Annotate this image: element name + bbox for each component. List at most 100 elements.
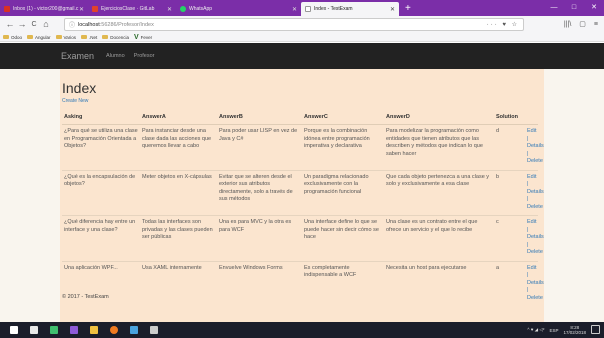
tab-index-testexam[interactable]: Index - TestExam ✕: [301, 2, 399, 16]
edit-link[interactable]: Edit |: [527, 219, 536, 234]
cell-solution: c: [494, 215, 525, 261]
minimize-button[interactable]: —: [544, 0, 564, 16]
clock[interactable]: 8:28 17/02/2018: [563, 325, 586, 335]
cell-answer-b: Para poder usar LISP en vez de Java y C#: [217, 124, 302, 170]
col-header-actions: [525, 110, 538, 125]
language-indicator[interactable]: ESP: [549, 328, 558, 333]
close-icon[interactable]: ✕: [390, 6, 395, 13]
cell-answer-a: Meter objetos en X-cápsulas: [140, 169, 217, 216]
row-actions: Edit | Details | Delete: [525, 260, 544, 306]
cell-answer-c: Un paradigma relacionado exclusivamente …: [302, 169, 384, 216]
tab-label: EjerciciosClase · GitLab: [101, 6, 155, 12]
cell-answer-d: Para modelizar la programación como enti…: [384, 124, 494, 170]
home-button[interactable]: ⌂: [40, 16, 52, 33]
library-icon[interactable]: |||\: [564, 16, 571, 33]
close-window-button[interactable]: ✕: [584, 0, 604, 16]
folder-icon: [80, 35, 87, 39]
fever-logo-icon: V: [133, 33, 139, 41]
bookmarks-bar: Odoo Angular Varios .Net Docencia V Fever: [0, 33, 604, 42]
windows-start-icon[interactable]: [10, 326, 18, 334]
bookmark-label: Fever: [140, 34, 153, 40]
new-tab-button[interactable]: +: [399, 2, 417, 16]
back-button[interactable]: ←: [4, 16, 16, 33]
notification-icon[interactable]: [591, 325, 600, 334]
table-row: ¿Qué diferencia hay entre un interface y…: [62, 215, 544, 261]
info-icon[interactable]: ⓘ: [69, 20, 75, 29]
bookmark-fever[interactable]: V Fever: [134, 34, 152, 41]
details-link[interactable]: Details |: [527, 280, 544, 295]
maximize-button[interactable]: □: [564, 0, 584, 16]
bookmark-varios[interactable]: Varios: [55, 35, 76, 40]
page-icon: [305, 6, 311, 12]
details-link[interactable]: Details |: [527, 234, 544, 249]
cell-answer-d: Necesita un host para ejecutarse: [384, 260, 494, 306]
cell-answer-c: Porque es la combinación idónea entre pr…: [302, 124, 384, 170]
tab-label: Inbox (1) - victor200@gmail.c: [13, 6, 79, 12]
file-explorer-icon[interactable]: [90, 326, 98, 334]
delete-link[interactable]: Delete: [527, 158, 543, 166]
sidebar-icon[interactable]: ▢: [579, 16, 586, 33]
menu-icon[interactable]: ≡: [594, 16, 598, 33]
nav-link-profesor[interactable]: Profesor: [134, 53, 155, 59]
col-header-answer-b: AnswerB: [217, 110, 302, 125]
edit-link[interactable]: Edit |: [527, 128, 536, 143]
bookmark-docencia[interactable]: Docencia: [102, 35, 129, 40]
bookmark-net[interactable]: .Net: [80, 34, 98, 40]
edit-link[interactable]: Edit |: [527, 174, 536, 189]
close-icon[interactable]: ✕: [292, 6, 297, 13]
edit-link[interactable]: Edit |: [527, 265, 536, 280]
cell-answer-b: Una es para MVC y la otra es para WCF: [217, 215, 302, 261]
task-view-icon[interactable]: [30, 326, 38, 334]
delete-link[interactable]: Delete: [527, 204, 543, 212]
windows-taskbar: ^ ♥ ◢ ◁ᶻ ESP 8:28 17/02/2018: [0, 322, 604, 338]
close-icon[interactable]: ✕: [167, 6, 172, 13]
delete-link[interactable]: Delete: [527, 295, 543, 303]
create-new-link[interactable]: Create New: [62, 98, 540, 104]
cell-solution: a: [494, 260, 525, 306]
bookmark-angular[interactable]: Angular: [27, 35, 51, 40]
tab-gmail[interactable]: Inbox (1) - victor200@gmail.c ✕: [0, 2, 88, 16]
forward-button[interactable]: →: [16, 16, 28, 33]
app-grey-icon[interactable]: [150, 326, 158, 334]
nav-link-alumno[interactable]: Alumno: [106, 53, 125, 59]
delete-link[interactable]: Delete: [527, 249, 543, 257]
cell-answer-a: Para instanciar desde una clase dada las…: [140, 124, 217, 170]
tab-gitlab[interactable]: EjerciciosClase · GitLab ✕: [88, 2, 176, 16]
page-title: Index: [62, 80, 97, 96]
url-bar[interactable]: ⓘ localhost :56286/Profesor/Index ··· ♥ …: [64, 18, 524, 31]
firefox-icon[interactable]: [110, 326, 118, 334]
details-link[interactable]: Details |: [527, 189, 544, 204]
reload-button[interactable]: C: [28, 16, 40, 33]
close-icon[interactable]: ✕: [79, 6, 84, 13]
app-green-icon[interactable]: [50, 326, 58, 334]
browser-tab-strip: Inbox (1) - victor200@gmail.c ✕ Ejercici…: [0, 0, 604, 16]
bookmark-odoo[interactable]: Odoo: [3, 35, 22, 40]
visual-studio-icon[interactable]: [70, 326, 78, 334]
clock-date: 17/02/2018: [563, 330, 586, 335]
col-header-answer-d: AnswerD: [384, 110, 494, 125]
page-actions[interactable]: ··· ♥ ☆: [487, 21, 519, 28]
app-navbar: Examen Alumno Profesor: [0, 43, 604, 69]
cell-answer-a: Todas las interfaces son privadas y las …: [140, 215, 217, 261]
bookmark-label: .Net: [88, 34, 98, 40]
gitlab-icon: [92, 6, 98, 12]
row-actions: Edit | Details | Delete: [525, 124, 544, 170]
browser-navbar: ← → C ⌂ ⓘ localhost :56286/Profesor/Inde…: [0, 16, 604, 33]
whatsapp-icon: [180, 6, 186, 12]
app-blue-icon[interactable]: [130, 326, 138, 334]
url-path: :56286/Profesor/Index: [99, 21, 154, 28]
details-link[interactable]: Details |: [527, 143, 544, 158]
table-header-row: Asking AnswerA AnswerB AnswerC AnswerD S…: [62, 110, 538, 125]
tab-label: WhatsApp: [189, 6, 213, 12]
tab-whatsapp[interactable]: WhatsApp ✕: [176, 2, 301, 16]
tray-icons[interactable]: ^ ♥ ◢ ◁ᶻ: [527, 327, 544, 333]
app-brand[interactable]: Examen: [61, 51, 94, 61]
cell-answer-c: Una interface define lo que se puede hac…: [302, 215, 384, 261]
gmail-icon: [4, 6, 10, 12]
bookmark-label: Angular: [35, 34, 51, 40]
cell-answer-d: Que cada objeto pertenezca a una clase y…: [384, 169, 494, 216]
url-host: localhost: [78, 21, 100, 28]
toolbar-right: |||\ ▢ ≡: [556, 16, 598, 33]
cell-answer-c: Es completamente indispensable a WCF: [302, 260, 384, 306]
cell-asking: ¿Qué es la encapsulación de objetos?: [62, 169, 140, 216]
